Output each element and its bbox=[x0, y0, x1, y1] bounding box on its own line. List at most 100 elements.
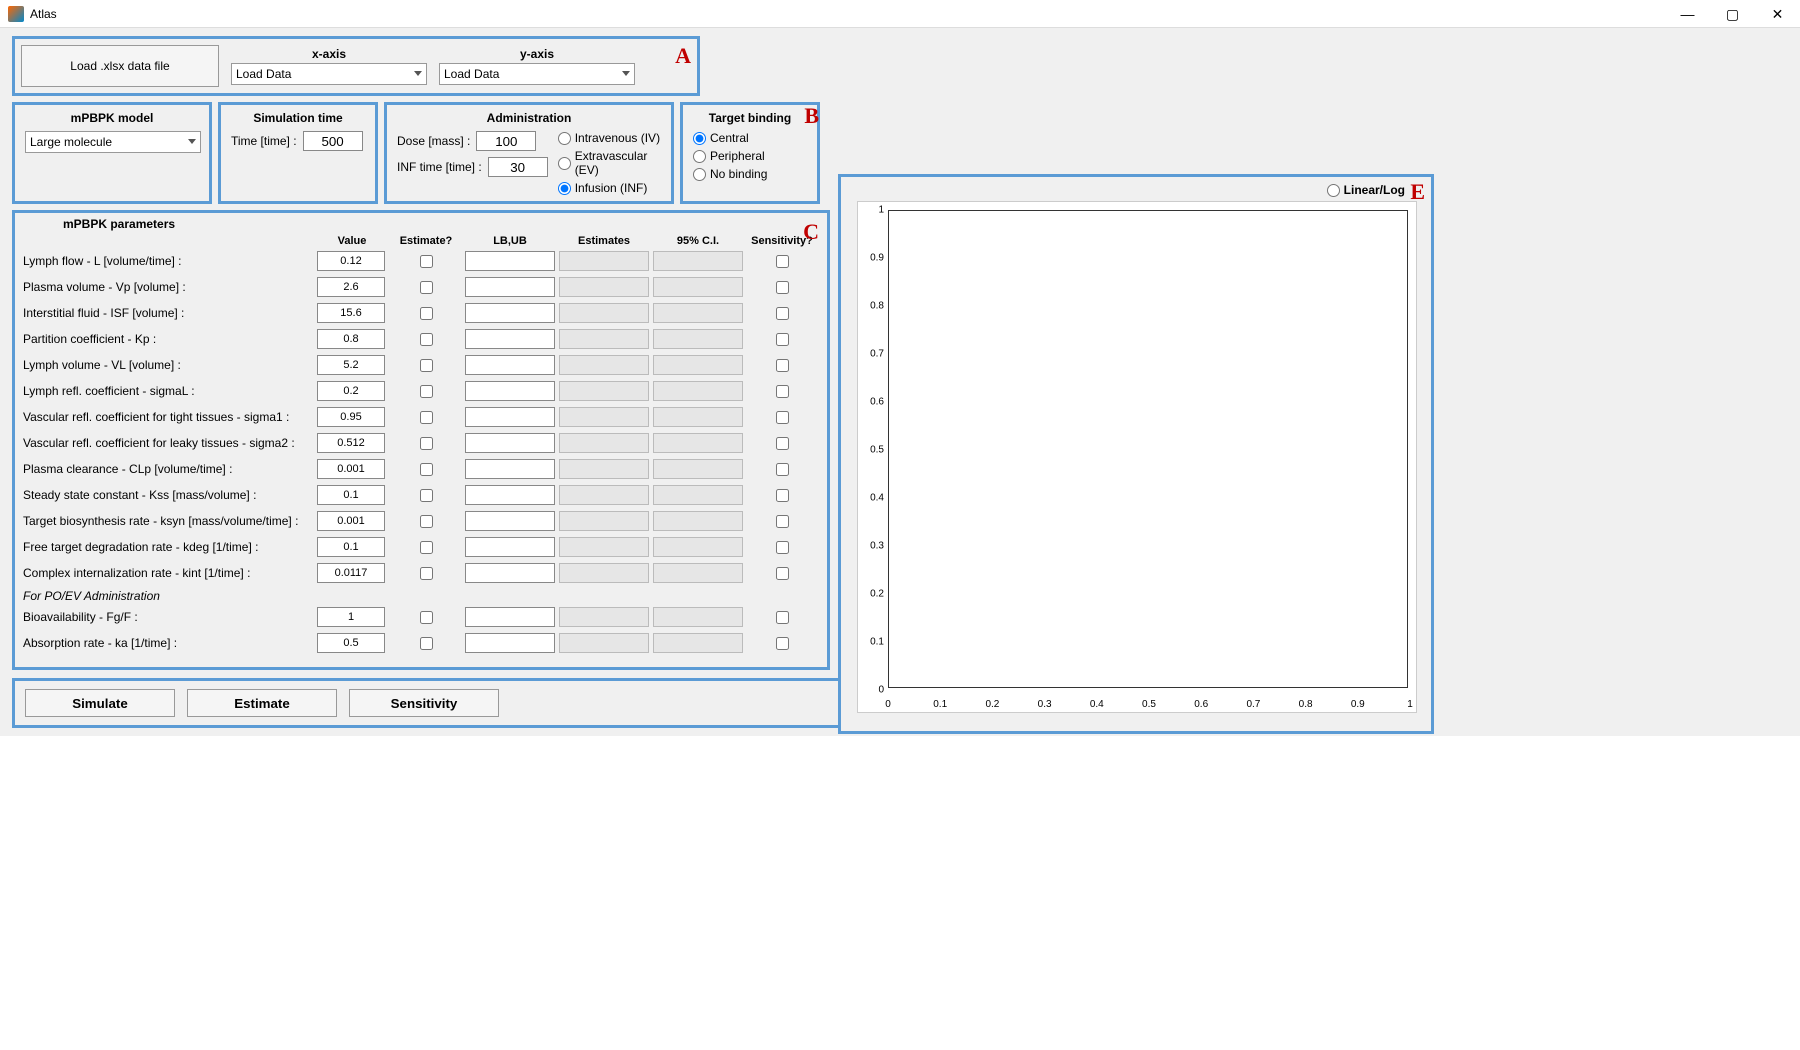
param-estimate-check[interactable] bbox=[420, 611, 433, 624]
param-sensitivity-check[interactable] bbox=[776, 515, 789, 528]
param-sensitivity-check[interactable] bbox=[776, 463, 789, 476]
param-sensitivity-check[interactable] bbox=[776, 411, 789, 424]
param-estimates-display bbox=[559, 563, 649, 583]
param-estimate-check[interactable] bbox=[420, 541, 433, 554]
param-ci-display bbox=[653, 433, 743, 453]
param-label: Vascular refl. coefficient for tight tis… bbox=[23, 410, 313, 424]
param-estimate-check[interactable] bbox=[420, 385, 433, 398]
poev-subhead: For PO/EV Administration bbox=[23, 589, 819, 603]
param-sensitivity-check[interactable] bbox=[776, 385, 789, 398]
param-estimates-display bbox=[559, 329, 649, 349]
simulate-button[interactable]: Simulate bbox=[25, 689, 175, 717]
sensitivity-button[interactable]: Sensitivity bbox=[349, 689, 499, 717]
param-estimate-check[interactable] bbox=[420, 307, 433, 320]
param-estimate-check[interactable] bbox=[420, 255, 433, 268]
param-lbub-input[interactable] bbox=[465, 485, 555, 505]
param-lbub-input[interactable] bbox=[465, 277, 555, 297]
target-central-radio[interactable] bbox=[693, 132, 706, 145]
param-ci-display bbox=[653, 511, 743, 531]
param-value-input[interactable] bbox=[317, 407, 385, 427]
route-ev-radio[interactable] bbox=[558, 157, 571, 170]
param-estimate-check[interactable] bbox=[420, 567, 433, 580]
ytick: 0.1 bbox=[858, 637, 884, 648]
target-none-label: No binding bbox=[710, 167, 767, 181]
title-bar: Atlas ― ▢ ✕ bbox=[0, 0, 1800, 28]
route-iv-radio[interactable] bbox=[558, 132, 571, 145]
param-value-input[interactable] bbox=[317, 355, 385, 375]
param-value-input[interactable] bbox=[317, 433, 385, 453]
model-combo[interactable]: Large molecule bbox=[25, 131, 201, 153]
param-value-input[interactable] bbox=[317, 511, 385, 531]
param-estimate-check[interactable] bbox=[420, 463, 433, 476]
param-value-input[interactable] bbox=[317, 607, 385, 627]
param-lbub-input[interactable] bbox=[465, 329, 555, 349]
param-lbub-input[interactable] bbox=[465, 607, 555, 627]
param-estimate-check[interactable] bbox=[420, 411, 433, 424]
param-ci-display bbox=[653, 355, 743, 375]
param-estimate-check[interactable] bbox=[420, 281, 433, 294]
target-none-radio[interactable] bbox=[693, 168, 706, 181]
param-sensitivity-check[interactable] bbox=[776, 611, 789, 624]
param-lbub-input[interactable] bbox=[465, 459, 555, 479]
param-value-input[interactable] bbox=[317, 459, 385, 479]
param-ci-display bbox=[653, 407, 743, 427]
param-value-input[interactable] bbox=[317, 485, 385, 505]
param-estimates-display bbox=[559, 303, 649, 323]
param-value-input[interactable] bbox=[317, 277, 385, 297]
param-sensitivity-check[interactable] bbox=[776, 281, 789, 294]
param-label: Lymph flow - L [volume/time] : bbox=[23, 254, 313, 268]
param-lbub-input[interactable] bbox=[465, 407, 555, 427]
param-sensitivity-check[interactable] bbox=[776, 637, 789, 650]
panel-e-plot: E Linear/Log 10.90.80.70.60.50.40.30.20.… bbox=[838, 174, 1434, 734]
param-sensitivity-check[interactable] bbox=[776, 359, 789, 372]
estimate-button[interactable]: Estimate bbox=[187, 689, 337, 717]
minimize-button[interactable]: ― bbox=[1665, 0, 1710, 28]
param-sensitivity-check[interactable] bbox=[776, 255, 789, 268]
param-value-input[interactable] bbox=[317, 329, 385, 349]
param-value-input[interactable] bbox=[317, 303, 385, 323]
simtime-label: Time [time] : bbox=[231, 134, 297, 148]
param-value-input[interactable] bbox=[317, 563, 385, 583]
param-sensitivity-check[interactable] bbox=[776, 567, 789, 580]
param-value-input[interactable] bbox=[317, 251, 385, 271]
param-lbub-input[interactable] bbox=[465, 433, 555, 453]
param-lbub-input[interactable] bbox=[465, 381, 555, 401]
route-inf-radio[interactable] bbox=[558, 182, 571, 195]
param-lbub-input[interactable] bbox=[465, 251, 555, 271]
param-sensitivity-check[interactable] bbox=[776, 489, 789, 502]
param-lbub-input[interactable] bbox=[465, 537, 555, 557]
param-lbub-input[interactable] bbox=[465, 303, 555, 323]
param-value-input[interactable] bbox=[317, 633, 385, 653]
param-lbub-input[interactable] bbox=[465, 355, 555, 375]
param-row: Plasma volume - Vp [volume] : bbox=[23, 277, 819, 297]
simtime-input[interactable] bbox=[303, 131, 363, 151]
param-estimate-check[interactable] bbox=[420, 489, 433, 502]
target-peripheral-radio[interactable] bbox=[693, 150, 706, 163]
param-estimate-check[interactable] bbox=[420, 333, 433, 346]
linlog-radio[interactable] bbox=[1327, 184, 1340, 197]
xaxis-combo[interactable]: Load Data bbox=[231, 63, 427, 85]
param-sensitivity-check[interactable] bbox=[776, 541, 789, 554]
param-estimates-display bbox=[559, 355, 649, 375]
param-lbub-input[interactable] bbox=[465, 511, 555, 531]
param-lbub-input[interactable] bbox=[465, 633, 555, 653]
param-estimate-check[interactable] bbox=[420, 359, 433, 372]
param-lbub-input[interactable] bbox=[465, 563, 555, 583]
linlog-label: Linear/Log bbox=[1344, 183, 1405, 197]
maximize-button[interactable]: ▢ bbox=[1710, 0, 1755, 28]
param-sensitivity-check[interactable] bbox=[776, 307, 789, 320]
yaxis-combo[interactable]: Load Data bbox=[439, 63, 635, 85]
close-button[interactable]: ✕ bbox=[1755, 0, 1800, 28]
param-row: Steady state constant - Kss [mass/volume… bbox=[23, 485, 819, 505]
plot-area[interactable]: 10.90.80.70.60.50.40.30.20.10 00.10.20.3… bbox=[857, 201, 1417, 713]
param-value-input[interactable] bbox=[317, 537, 385, 557]
param-estimate-check[interactable] bbox=[420, 437, 433, 450]
dose-input[interactable] bbox=[476, 131, 536, 151]
param-estimate-check[interactable] bbox=[420, 637, 433, 650]
load-data-button[interactable]: Load .xlsx data file bbox=[21, 45, 219, 87]
param-value-input[interactable] bbox=[317, 381, 385, 401]
param-sensitivity-check[interactable] bbox=[776, 437, 789, 450]
inftime-input[interactable] bbox=[488, 157, 548, 177]
param-sensitivity-check[interactable] bbox=[776, 333, 789, 346]
param-estimate-check[interactable] bbox=[420, 515, 433, 528]
